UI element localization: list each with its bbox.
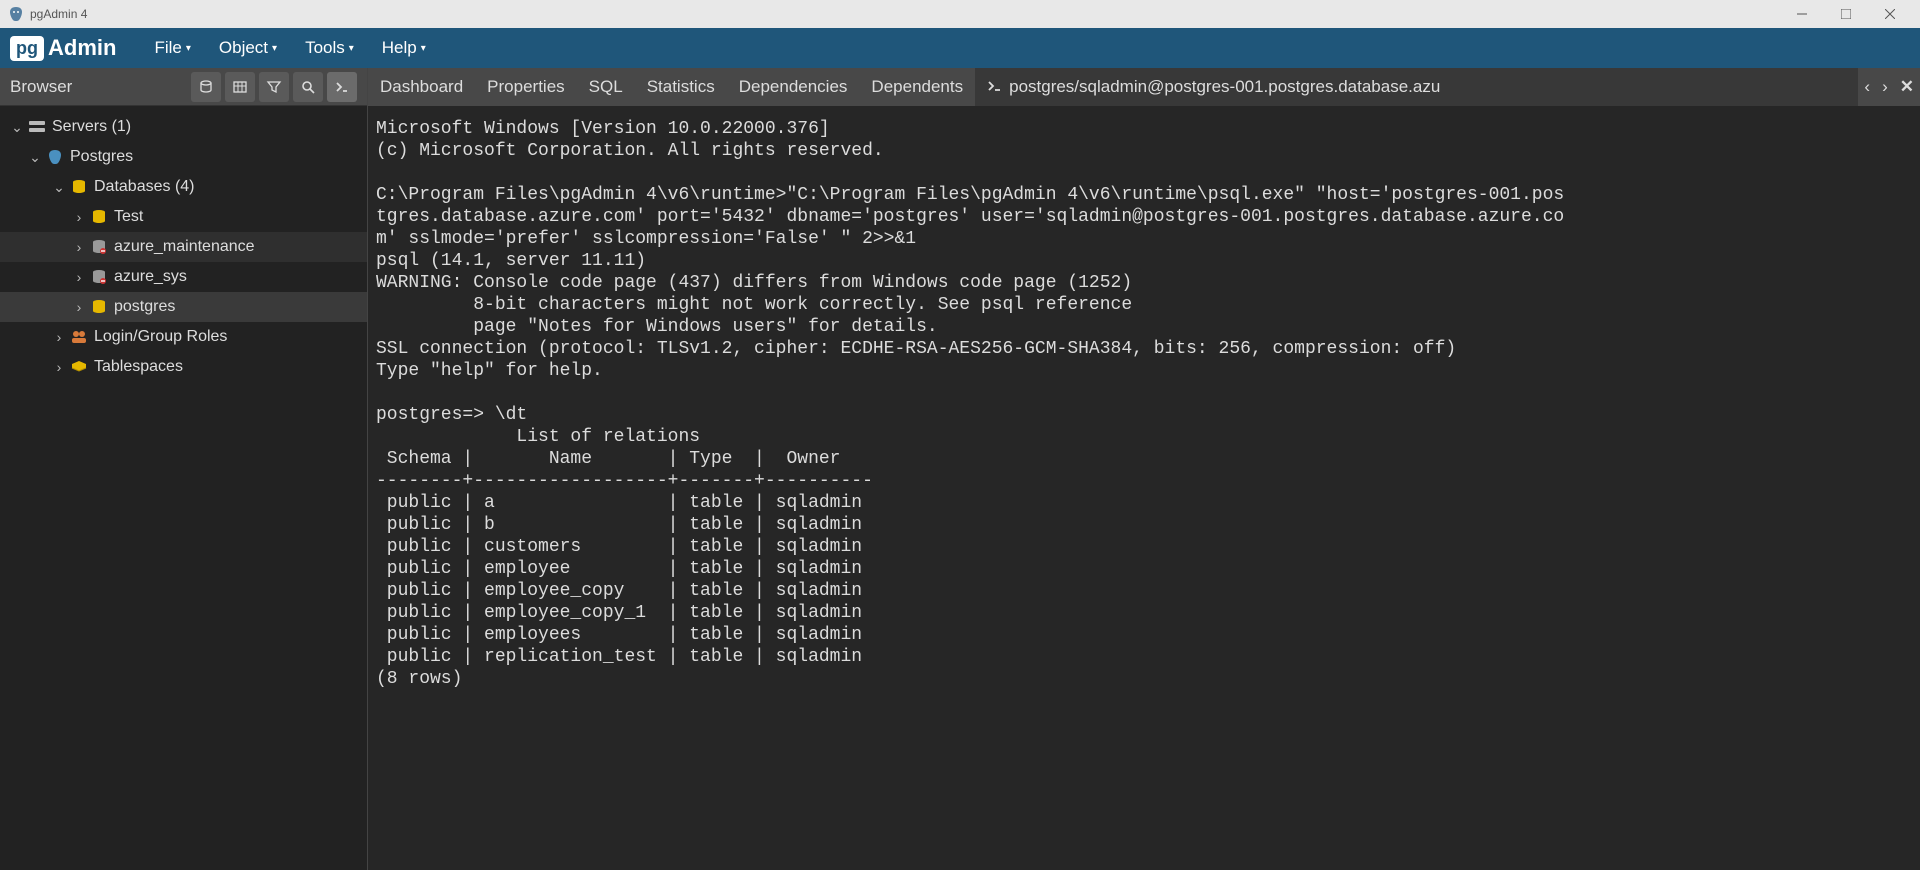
menu-file[interactable]: File ▾	[140, 38, 204, 58]
search-button[interactable]	[293, 72, 323, 102]
minimize-button[interactable]	[1780, 0, 1824, 28]
tabbar: Dashboard Properties SQL Statistics Depe…	[368, 68, 1920, 106]
tab-nav-prev[interactable]: ‹	[1858, 77, 1876, 97]
database-icon	[90, 209, 108, 225]
menu-object[interactable]: Object ▾	[205, 38, 291, 58]
tree-label: Postgres	[70, 148, 133, 166]
expand-icon[interactable]: ›	[52, 329, 66, 345]
expand-icon[interactable]: ›	[72, 209, 86, 225]
tab-label: Dependents	[871, 77, 963, 97]
psql-tool-button[interactable]	[327, 72, 357, 102]
tree-servers[interactable]: ⌄ Servers (1)	[0, 112, 367, 142]
expand-icon[interactable]: ›	[72, 299, 86, 315]
menu-tools-label: Tools	[305, 38, 345, 58]
tab-label: Dashboard	[380, 77, 463, 97]
menu-tools[interactable]: Tools ▾	[291, 38, 368, 58]
tab-properties[interactable]: Properties	[475, 68, 576, 106]
tab-dependencies[interactable]: Dependencies	[727, 68, 860, 106]
view-data-button[interactable]	[225, 72, 255, 102]
browser-title: Browser	[10, 77, 187, 97]
object-tree[interactable]: ⌄ Servers (1) ⌄ Postgres ⌄ Databases (4)…	[0, 106, 367, 870]
close-window-button[interactable]	[1868, 0, 1912, 28]
tree-label: azure_maintenance	[114, 238, 255, 256]
logo-admin: Admin	[48, 35, 116, 61]
tab-label: Dependencies	[739, 77, 848, 97]
tab-nav-next[interactable]: ›	[1876, 77, 1894, 97]
tree-db-azure-maintenance[interactable]: › azure_maintenance	[0, 232, 367, 262]
tree-tablespaces[interactable]: › Tablespaces	[0, 352, 367, 382]
tree-db-postgres[interactable]: › postgres	[0, 292, 367, 322]
tree-label: Tablespaces	[94, 358, 183, 376]
database-disconnected-icon	[90, 269, 108, 285]
psql-terminal[interactable]: Microsoft Windows [Version 10.0.22000.37…	[368, 106, 1920, 870]
tree-label: azure_sys	[114, 268, 187, 286]
database-icon	[90, 299, 108, 315]
tablespace-icon	[70, 359, 88, 375]
tab-sql[interactable]: SQL	[577, 68, 635, 106]
tab-dependents[interactable]: Dependents	[859, 68, 975, 106]
tree-login-roles[interactable]: › Login/Group Roles	[0, 322, 367, 352]
tab-label: Statistics	[647, 77, 715, 97]
caret-down-icon: ▾	[349, 43, 354, 54]
expand-icon[interactable]: ›	[72, 239, 86, 255]
tree-databases[interactable]: ⌄ Databases (4)	[0, 172, 367, 202]
window-titlebar: pgAdmin 4	[0, 0, 1920, 28]
filter-button[interactable]	[259, 72, 289, 102]
logo-pg: pg	[10, 36, 44, 61]
browser-header: Browser	[0, 68, 367, 106]
window-title: pgAdmin 4	[30, 7, 87, 21]
collapse-icon[interactable]: ⌄	[52, 179, 66, 196]
caret-down-icon: ▾	[186, 43, 191, 54]
menu-file-label: File	[154, 38, 181, 58]
servers-icon	[28, 119, 46, 135]
database-icon	[70, 179, 88, 195]
menu-help[interactable]: Help ▾	[368, 38, 440, 58]
roles-icon	[70, 329, 88, 345]
logo: pg Admin	[10, 35, 116, 61]
tab-label: postgres/sqladmin@postgres-001.postgres.…	[1009, 77, 1440, 97]
tab-statistics[interactable]: Statistics	[635, 68, 727, 106]
tree-db-test[interactable]: › Test	[0, 202, 367, 232]
tree-db-azure-sys[interactable]: › azure_sys	[0, 262, 367, 292]
tree-label: Servers (1)	[52, 118, 131, 136]
maximize-button[interactable]	[1824, 0, 1868, 28]
tree-postgres-group[interactable]: ⌄ Postgres	[0, 142, 367, 172]
tab-label: Properties	[487, 77, 564, 97]
tree-label: Login/Group Roles	[94, 328, 227, 346]
query-tool-button[interactable]	[191, 72, 221, 102]
tree-label: postgres	[114, 298, 175, 316]
collapse-icon[interactable]: ⌄	[10, 119, 24, 136]
main-panel: Dashboard Properties SQL Statistics Depe…	[368, 68, 1920, 870]
menubar: pg Admin File ▾ Object ▾ Tools ▾ Help ▾	[0, 28, 1920, 68]
tab-psql[interactable]: postgres/sqladmin@postgres-001.postgres.…	[975, 68, 1858, 106]
tab-label: SQL	[589, 77, 623, 97]
database-disconnected-icon	[90, 239, 108, 255]
tree-label: Databases (4)	[94, 178, 195, 196]
browser-panel: Browser ⌄ Servers (1) ⌄ Postgres ⌄ Datab…	[0, 68, 368, 870]
expand-icon[interactable]: ›	[72, 269, 86, 285]
collapse-icon[interactable]: ⌄	[28, 149, 42, 166]
expand-icon[interactable]: ›	[52, 359, 66, 375]
tab-dashboard[interactable]: Dashboard	[368, 68, 475, 106]
terminal-icon	[987, 79, 1003, 95]
menu-object-label: Object	[219, 38, 268, 58]
caret-down-icon: ▾	[272, 43, 277, 54]
tree-label: Test	[114, 208, 143, 226]
app-icon	[8, 6, 24, 22]
menu-help-label: Help	[382, 38, 417, 58]
caret-down-icon: ▾	[421, 43, 426, 54]
elephant-icon	[46, 149, 64, 165]
tab-close-button[interactable]: ✕	[1894, 77, 1920, 97]
